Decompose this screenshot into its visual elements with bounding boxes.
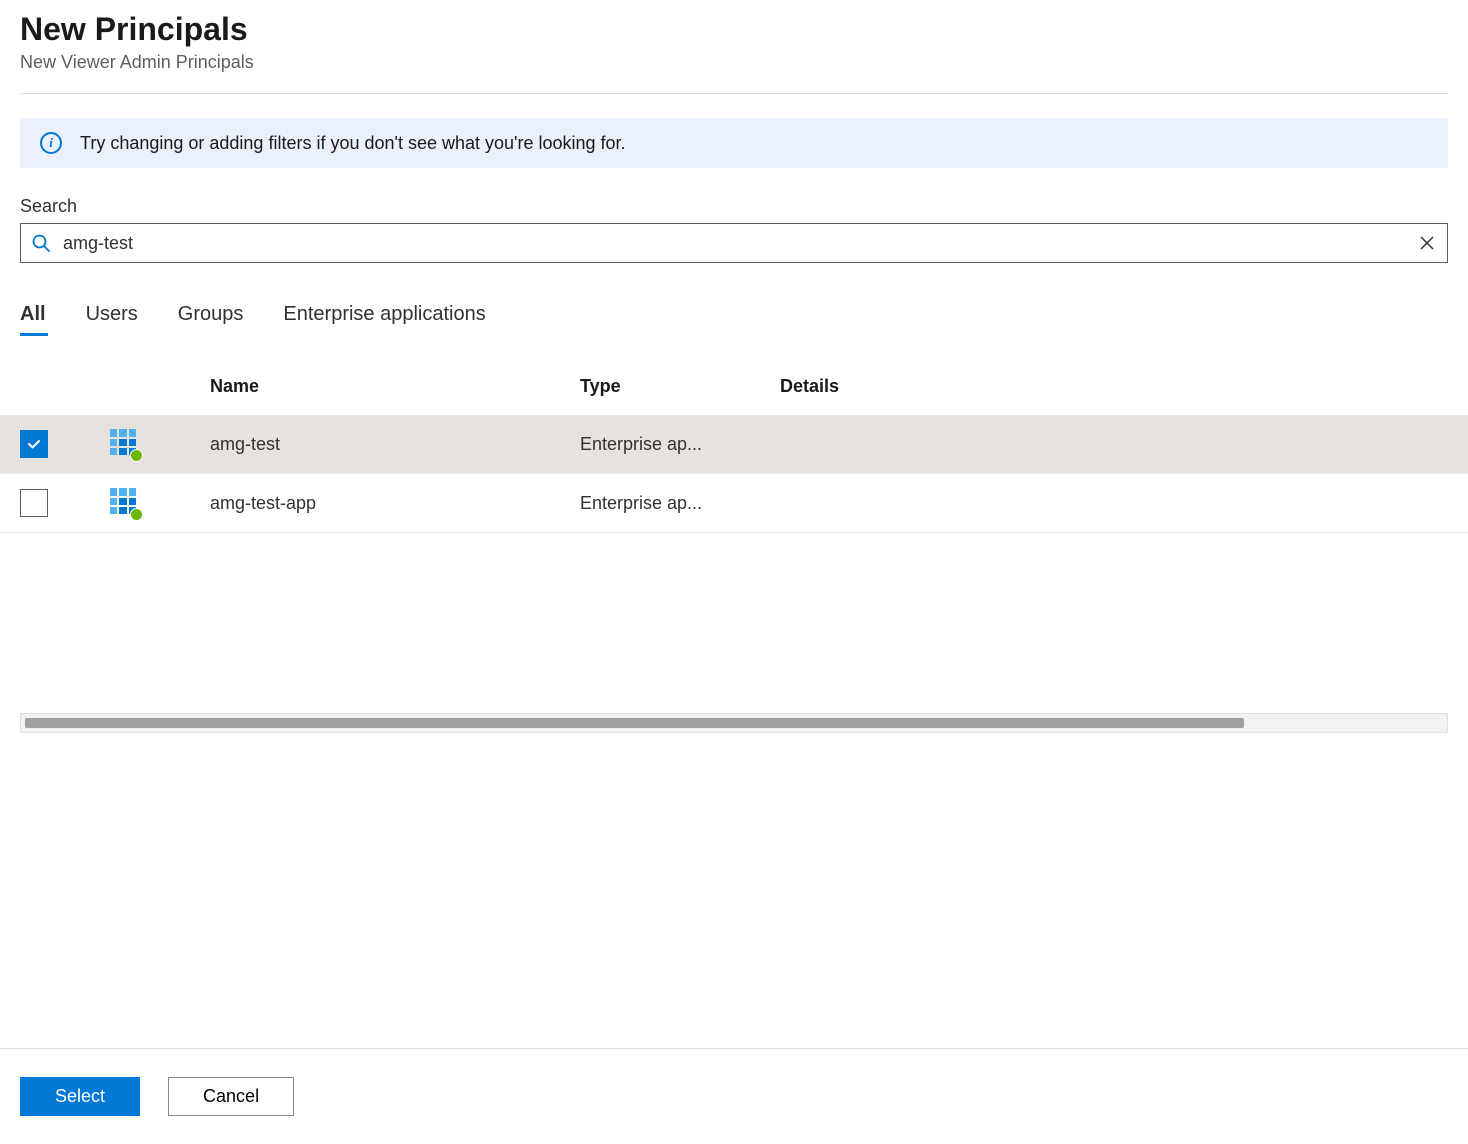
- page-header: New Principals New Viewer Admin Principa…: [0, 0, 1468, 93]
- tab-groups[interactable]: Groups: [178, 303, 244, 336]
- info-banner: i Try changing or adding filters if you …: [20, 118, 1448, 168]
- scrollbar-thumb[interactable]: [25, 718, 1244, 728]
- row-type: Enterprise ap...: [580, 434, 780, 455]
- page-title: New Principals: [20, 10, 1448, 48]
- column-header-details[interactable]: Details: [780, 376, 1448, 397]
- header-divider: [20, 93, 1448, 94]
- column-header-name[interactable]: Name: [210, 376, 580, 397]
- cancel-button[interactable]: Cancel: [168, 1077, 294, 1116]
- tab-users[interactable]: Users: [86, 303, 138, 336]
- enterprise-app-icon: [110, 488, 140, 518]
- table-row[interactable]: amg-test Enterprise ap...: [0, 415, 1468, 474]
- search-input[interactable]: [51, 233, 1417, 254]
- search-icon: [31, 233, 51, 253]
- select-button[interactable]: Select: [20, 1077, 140, 1116]
- column-header-type[interactable]: Type: [580, 376, 780, 397]
- clear-icon[interactable]: [1417, 233, 1437, 253]
- enterprise-app-icon: [110, 429, 140, 459]
- search-label: Search: [20, 196, 1448, 217]
- horizontal-scrollbar[interactable]: [20, 713, 1448, 733]
- info-banner-text: Try changing or adding filters if you do…: [80, 133, 626, 154]
- page-subtitle: New Viewer Admin Principals: [20, 52, 1448, 73]
- row-type: Enterprise ap...: [580, 493, 780, 514]
- info-icon: i: [40, 132, 62, 154]
- footer-actions: Select Cancel: [0, 1048, 1468, 1144]
- row-name: amg-test: [210, 434, 580, 455]
- tab-all[interactable]: All: [20, 303, 46, 336]
- row-checkbox[interactable]: [20, 430, 48, 458]
- search-section: Search: [20, 196, 1448, 263]
- table-row[interactable]: amg-test-app Enterprise ap...: [0, 474, 1468, 533]
- row-name: amg-test-app: [210, 493, 580, 514]
- tab-enterprise-applications[interactable]: Enterprise applications: [283, 303, 485, 336]
- table-header: Name Type Details: [0, 376, 1468, 397]
- row-checkbox[interactable]: [20, 489, 48, 517]
- results-table: Name Type Details amg-test Enterprise ap…: [0, 376, 1468, 533]
- search-box[interactable]: [20, 223, 1448, 263]
- filter-tabs: All Users Groups Enterprise applications: [20, 303, 1448, 336]
